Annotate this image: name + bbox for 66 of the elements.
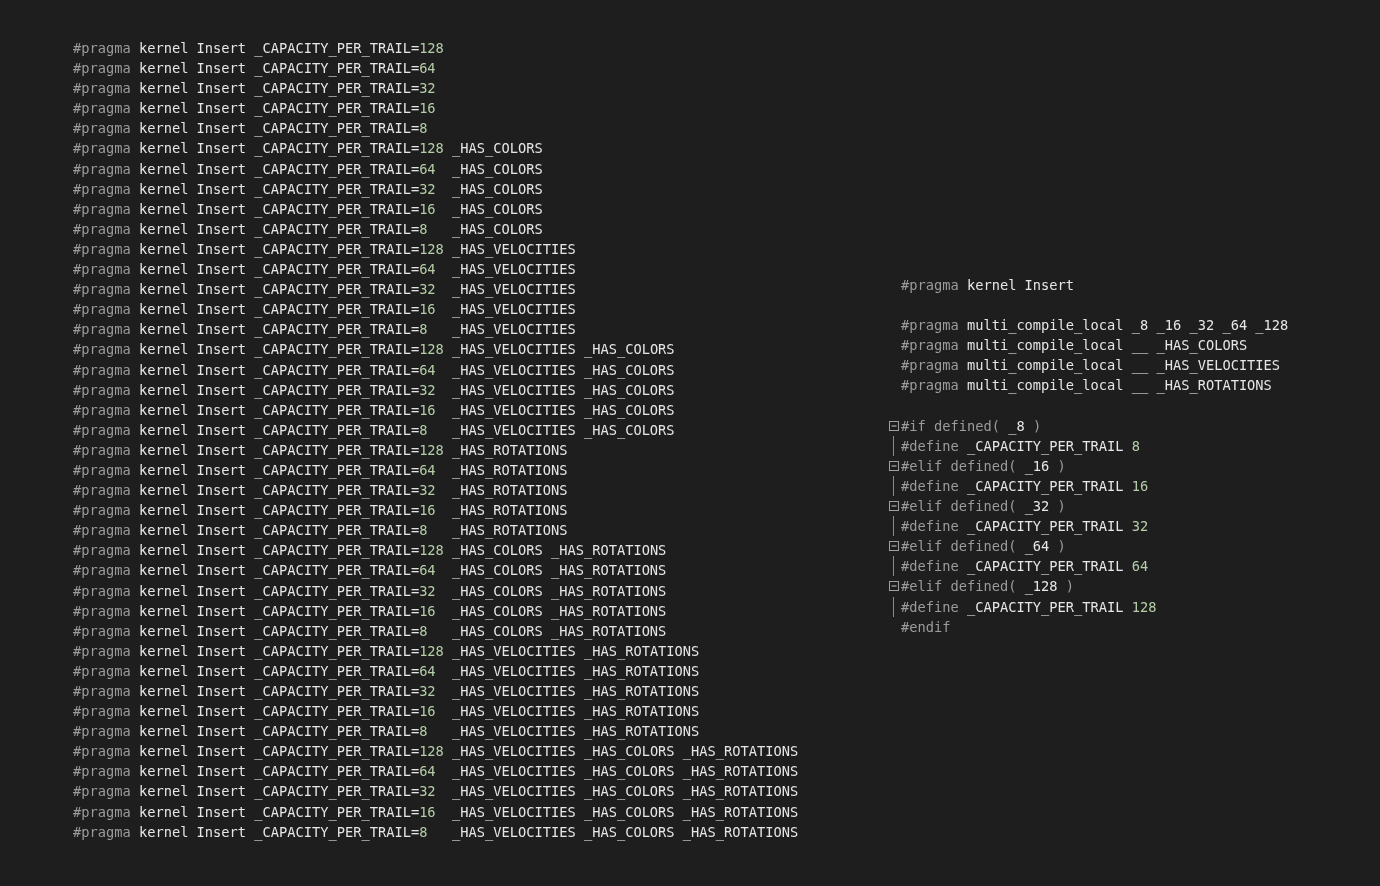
code-line: #pragma kernel Insert — [901, 276, 1075, 295]
code-line: #pragma kernel Insert _CAPACITY_PER_TRAIL=8 _HAS_VELOCITIES _HAS_COLORS — [73, 420, 676, 440]
code-line: #elif defined( _32 ) — [901, 497, 1066, 517]
code-line: #pragma kernel Insert _CAPACITY_PER_TRAIL=8 — [73, 119, 429, 139]
code-line: #define _CAPACITY_PER_TRAIL 64 — [901, 557, 1149, 577]
code-line: #pragma kernel Insert _CAPACITY_PER_TRAIL=64 _HAS_VELOCITIES _HAS_COLORS _HAS_ROTATIONS — [73, 762, 800, 782]
code-line: #pragma kernel Insert _CAPACITY_PER_TRAIL=8 _HAS_COLORS — [73, 219, 544, 239]
code-line: #pragma kernel Insert _CAPACITY_PER_TRAIL=32 _HAS_VELOCITIES _HAS_COLORS — [73, 380, 676, 400]
code-line: #pragma kernel Insert _CAPACITY_PER_TRAIL=8 _HAS_ROTATIONS — [73, 521, 569, 541]
code-line: #pragma multi_compile_local __ _HAS_VELOCITIES — [901, 356, 1281, 376]
code-line: #pragma kernel Insert _CAPACITY_PER_TRAIL=16 _HAS_COLORS _HAS_ROTATIONS — [73, 601, 668, 621]
code-line: #pragma kernel Insert _CAPACITY_PER_TRAIL=128 _HAS_VELOCITIES _HAS_COLORS _HAS_ROTATIONS — [73, 742, 800, 762]
code-line: #pragma kernel Insert _CAPACITY_PER_TRAIL=64 _HAS_ROTATIONS — [73, 460, 569, 481]
code-line: #pragma kernel Insert _CAPACITY_PER_TRAIL=32 _HAS_VELOCITIES — [73, 280, 577, 300]
code-line: #pragma kernel Insert _CAPACITY_PER_TRAIL=128 _HAS_COLORS _HAS_ROTATIONS — [73, 541, 668, 561]
code-line: #elif defined( _128 ) — [901, 577, 1075, 597]
collapse-icon[interactable] — [889, 581, 899, 592]
code-line: #pragma kernel Insert _CAPACITY_PER_TRAIL=64 _HAS_COLORS — [73, 159, 544, 179]
code-line: #if defined( _8 ) — [901, 416, 1042, 436]
code-line: #pragma kernel Insert _CAPACITY_PER_TRAIL=16 _HAS_COLORS — [73, 199, 544, 219]
code-line: #pragma kernel Insert _CAPACITY_PER_TRAIL=64 _HAS_VELOCITIES _HAS_ROTATIONS — [73, 661, 701, 681]
code-line: #define _CAPACITY_PER_TRAIL 16 — [901, 476, 1149, 497]
code-line: #endif — [901, 617, 951, 637]
collapse-icon[interactable] — [889, 460, 899, 471]
code-line: #pragma kernel Insert _CAPACITY_PER_TRAIL=32 _HAS_COLORS _HAS_ROTATIONS — [73, 581, 668, 601]
code-line: #pragma kernel Insert _CAPACITY_PER_TRAIL=16 _HAS_ROTATIONS — [73, 501, 569, 521]
code-line: #pragma kernel Insert _CAPACITY_PER_TRAIL=128 _HAS_COLORS — [73, 139, 544, 159]
code-line: #pragma kernel Insert _CAPACITY_PER_TRAIL=16 _HAS_VELOCITIES _HAS_ROTATIONS — [73, 702, 701, 722]
code-line: #pragma kernel Insert _CAPACITY_PER_TRAIL=8 _HAS_VELOCITIES _HAS_ROTATIONS — [73, 722, 701, 742]
code-line: #pragma kernel Insert _CAPACITY_PER_TRAIL=32 _HAS_COLORS — [73, 179, 544, 199]
code-line: #pragma kernel Insert _CAPACITY_PER_TRAIL=64 — [73, 59, 437, 79]
fold-guide-line — [893, 435, 894, 456]
code-line: #pragma kernel Insert _CAPACITY_PER_TRAIL=128 — [73, 39, 445, 59]
code-line: #pragma kernel Insert _CAPACITY_PER_TRAIL=32 _HAS_VELOCITIES _HAS_COLORS _HAS_ROTATIONS — [73, 782, 800, 802]
code-line: #pragma kernel Insert _CAPACITY_PER_TRAIL=16 _HAS_VELOCITIES _HAS_COLORS _HAS_ROTATIONS — [73, 802, 800, 822]
code-line: #pragma kernel Insert _CAPACITY_PER_TRAIL=16 — [73, 99, 437, 119]
code-line: #pragma kernel Insert _CAPACITY_PER_TRAIL=32 _HAS_ROTATIONS — [73, 481, 569, 501]
code-line: #pragma kernel Insert _CAPACITY_PER_TRAIL=128 _HAS_VELOCITIES _HAS_COLORS — [73, 340, 676, 360]
code-line: #pragma kernel Insert _CAPACITY_PER_TRAIL=32 _HAS_VELOCITIES _HAS_ROTATIONS — [73, 682, 701, 702]
code-line: #pragma multi_compile_local __ _HAS_COLORS — [901, 336, 1248, 356]
code-line: #pragma kernel Insert _CAPACITY_PER_TRAIL=16 _HAS_VELOCITIES — [73, 300, 577, 320]
code-line: #pragma kernel Insert _CAPACITY_PER_TRAIL=128 _HAS_VELOCITIES — [73, 239, 577, 260]
code-line: #pragma kernel Insert _CAPACITY_PER_TRAIL=16 _HAS_VELOCITIES _HAS_COLORS — [73, 400, 676, 420]
code-line: #pragma kernel Insert _CAPACITY_PER_TRAIL=8 _HAS_VELOCITIES _HAS_COLORS _HAS_ROTATIONS — [73, 822, 800, 842]
code-line: #pragma multi_compile_local _8 _16 _32 _64 _128 — [901, 316, 1289, 336]
code-line: #pragma kernel Insert _CAPACITY_PER_TRAIL=8 _HAS_VELOCITIES — [73, 320, 577, 340]
code-line: #define _CAPACITY_PER_TRAIL 8 — [901, 436, 1140, 456]
code-line: #pragma kernel Insert _CAPACITY_PER_TRAIL=64 _HAS_COLORS _HAS_ROTATIONS — [73, 561, 668, 581]
fold-guide-line — [893, 475, 894, 497]
code-line: #pragma kernel Insert _CAPACITY_PER_TRAIL=128 _HAS_VELOCITIES _HAS_ROTATIONS — [73, 641, 701, 661]
code-line: #pragma kernel Insert _CAPACITY_PER_TRAIL=64 _HAS_VELOCITIES _HAS_COLORS — [73, 360, 676, 380]
collapse-icon[interactable] — [889, 420, 899, 431]
code-line: #define _CAPACITY_PER_TRAIL 128 — [901, 597, 1157, 617]
fold-guide-line — [893, 556, 894, 577]
code-line: #pragma kernel Insert _CAPACITY_PER_TRAIL=8 _HAS_COLORS _HAS_ROTATIONS — [73, 621, 668, 641]
code-line: #elif defined( _64 ) — [901, 537, 1066, 557]
collapse-icon[interactable] — [889, 501, 899, 512]
code-line: #elif defined( _16 ) — [901, 456, 1066, 476]
collapse-icon[interactable] — [889, 541, 899, 552]
code-line: #pragma kernel Insert _CAPACITY_PER_TRAIL=128 _HAS_ROTATIONS — [73, 440, 569, 460]
code-line: #define _CAPACITY_PER_TRAIL 32 — [901, 517, 1149, 537]
code-line: #pragma kernel Insert _CAPACITY_PER_TRAIL=64 _HAS_VELOCITIES — [73, 260, 577, 280]
code-line: #pragma kernel Insert _CAPACITY_PER_TRAIL=32 — [73, 79, 437, 99]
code-line: #pragma multi_compile_local __ _HAS_ROTATIONS — [901, 376, 1272, 396]
fold-guide-line — [893, 596, 894, 617]
fold-guide-line — [893, 516, 894, 537]
